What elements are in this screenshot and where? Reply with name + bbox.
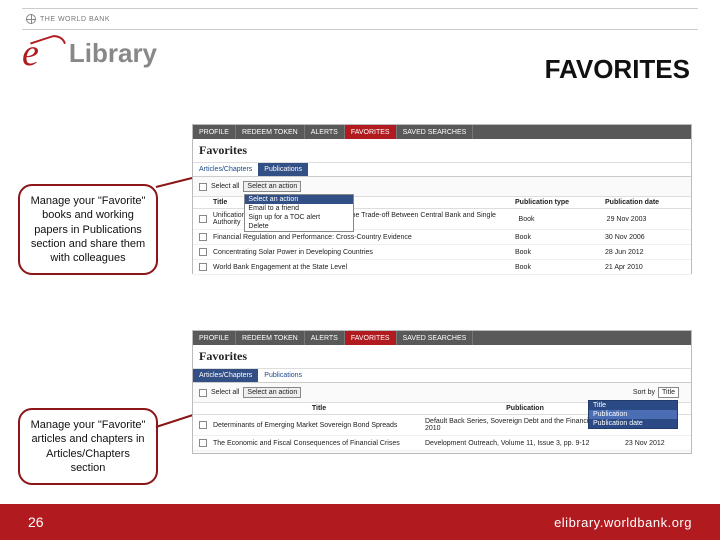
row-ptype: Book — [515, 234, 605, 241]
action-select-menu: Select an action Email to a friend Sign … — [244, 194, 354, 232]
row-checkbox[interactable] — [199, 233, 207, 241]
globe-icon — [26, 14, 36, 24]
tab-profile[interactable]: PROFILE — [193, 125, 236, 139]
account-tabs: PROFILE REDEEM TOKEN ALERTS FAVORITES SA… — [193, 331, 691, 345]
tab-alerts[interactable]: ALERTS — [305, 331, 345, 345]
site-url: elibrary.worldbank.org — [554, 515, 692, 530]
action-option[interactable]: Select an action — [245, 195, 353, 204]
org-name: THE WORLD BANK — [40, 16, 110, 23]
sort-select[interactable]: Title Title Publication Publication date — [658, 387, 679, 398]
table-row: Concentrating Solar Power in Developing … — [193, 245, 691, 260]
row-checkbox[interactable] — [199, 215, 207, 223]
tab-redeem-token[interactable]: REDEEM TOKEN — [236, 331, 305, 345]
tab-profile[interactable]: PROFILE — [193, 331, 236, 345]
select-all-checkbox[interactable] — [199, 183, 207, 191]
favorites-heading: Favorites — [193, 345, 691, 369]
row-title[interactable]: Concentrating Solar Power in Developing … — [213, 249, 515, 256]
row-ptype: Book — [515, 249, 605, 256]
subtab-articles-chapters[interactable]: Articles/Chapters — [193, 369, 258, 382]
subtab-publications[interactable]: Publications — [258, 369, 308, 382]
action-option[interactable]: Email to a friend — [245, 204, 353, 213]
favorites-panel-articles: PROFILE REDEEM TOKEN ALERTS FAVORITES SA… — [192, 330, 692, 454]
logo-library: Library — [69, 38, 157, 69]
row-title[interactable]: The Economic and Fiscal Consequences of … — [213, 440, 425, 447]
sort-select-value: Title — [662, 389, 675, 396]
row-pdate: 21 Apr 2010 — [605, 264, 685, 271]
table-row: Financial Regulation and Performance: Cr… — [193, 230, 691, 245]
row-title[interactable]: World Bank Engagement at the State Level — [213, 264, 515, 271]
row-title[interactable]: Financial Regulation and Performance: Cr… — [213, 234, 515, 241]
sort-label: Sort by — [633, 389, 655, 396]
table-row: The Economic and Fiscal Consequences of … — [193, 436, 691, 451]
callout-articles: Manage your "Favorite" articles and chap… — [18, 408, 158, 485]
sort-select-menu: Title Publication Publication date — [588, 400, 678, 429]
account-tabs: PROFILE REDEEM TOKEN ALERTS FAVORITES SA… — [193, 125, 691, 139]
tab-saved-searches[interactable]: SAVED SEARCHES — [397, 125, 474, 139]
tab-redeem-token[interactable]: REDEEM TOKEN — [236, 125, 305, 139]
row-title[interactable]: Determinants of Emerging Market Sovereig… — [213, 422, 425, 429]
action-option[interactable]: Sign up for a TOC alert — [245, 213, 353, 222]
action-option[interactable]: Delete — [245, 222, 353, 231]
page-number: 26 — [28, 514, 44, 530]
sort-box: Sort by Title Title Publication Publicat… — [633, 387, 685, 398]
tab-saved-searches[interactable]: SAVED SEARCHES — [397, 331, 474, 345]
row-pdate: 28 Jun 2012 — [605, 249, 685, 256]
row-pdate: 30 Nov 2006 — [605, 234, 685, 241]
row-publication: Development Outreach, Volume 11, Issue 3… — [425, 440, 625, 447]
col-pub-type: Publication type — [515, 199, 605, 206]
col-title: Title — [213, 405, 425, 412]
favorites-heading: Favorites — [193, 139, 691, 163]
row-checkbox[interactable] — [199, 421, 207, 429]
row-ptype: Book — [519, 216, 607, 223]
sort-option[interactable]: Title — [589, 401, 677, 410]
elibrary-logo: e Library — [22, 34, 157, 72]
tab-favorites[interactable]: FAVORITES — [345, 125, 397, 139]
row-ptype: Book — [515, 264, 605, 271]
bulk-tools: Select all Select an action Select an ac… — [193, 177, 691, 196]
action-select-value: Select an action — [247, 389, 297, 396]
row-date: 23 Nov 2012 — [625, 440, 685, 447]
org-topbar: THE WORLD BANK — [22, 8, 698, 30]
bulk-tools: Select all Select an action Sort by Titl… — [193, 383, 691, 402]
tab-alerts[interactable]: ALERTS — [305, 125, 345, 139]
row-pdate: 29 Nov 2003 — [607, 216, 685, 223]
action-select[interactable]: Select an action Select an action Email … — [243, 181, 301, 192]
action-select-value: Select an action — [247, 183, 297, 190]
row-checkbox[interactable] — [199, 439, 207, 447]
favorites-subtabs: Articles/Chapters Publications — [193, 369, 691, 383]
table-row: World Bank Engagement at the State Level… — [193, 260, 691, 275]
favorites-subtabs: Articles/Chapters Publications — [193, 163, 691, 177]
subtab-publications[interactable]: Publications — [258, 163, 308, 176]
tab-favorites[interactable]: FAVORITES — [345, 331, 397, 345]
favorites-panel-publications: PROFILE REDEEM TOKEN ALERTS FAVORITES SA… — [192, 124, 692, 274]
select-all-checkbox[interactable] — [199, 389, 207, 397]
row-checkbox[interactable] — [199, 263, 207, 271]
subtab-articles-chapters[interactable]: Articles/Chapters — [193, 163, 258, 176]
select-all-label: Select all — [211, 389, 239, 396]
slide-footer: 26 elibrary.worldbank.org — [0, 504, 720, 540]
select-all-label: Select all — [211, 183, 239, 190]
sort-option[interactable]: Publication — [589, 410, 677, 419]
callout-publications: Manage your "Favorite" books and working… — [18, 184, 158, 275]
action-select[interactable]: Select an action — [243, 387, 301, 398]
row-checkbox[interactable] — [199, 248, 207, 256]
slide: THE WORLD BANK e Library FAVORITES Manag… — [0, 0, 720, 540]
sort-option[interactable]: Publication date — [589, 419, 677, 428]
page-title: FAVORITES — [545, 54, 690, 85]
col-pub-date: Publication date — [605, 199, 685, 206]
